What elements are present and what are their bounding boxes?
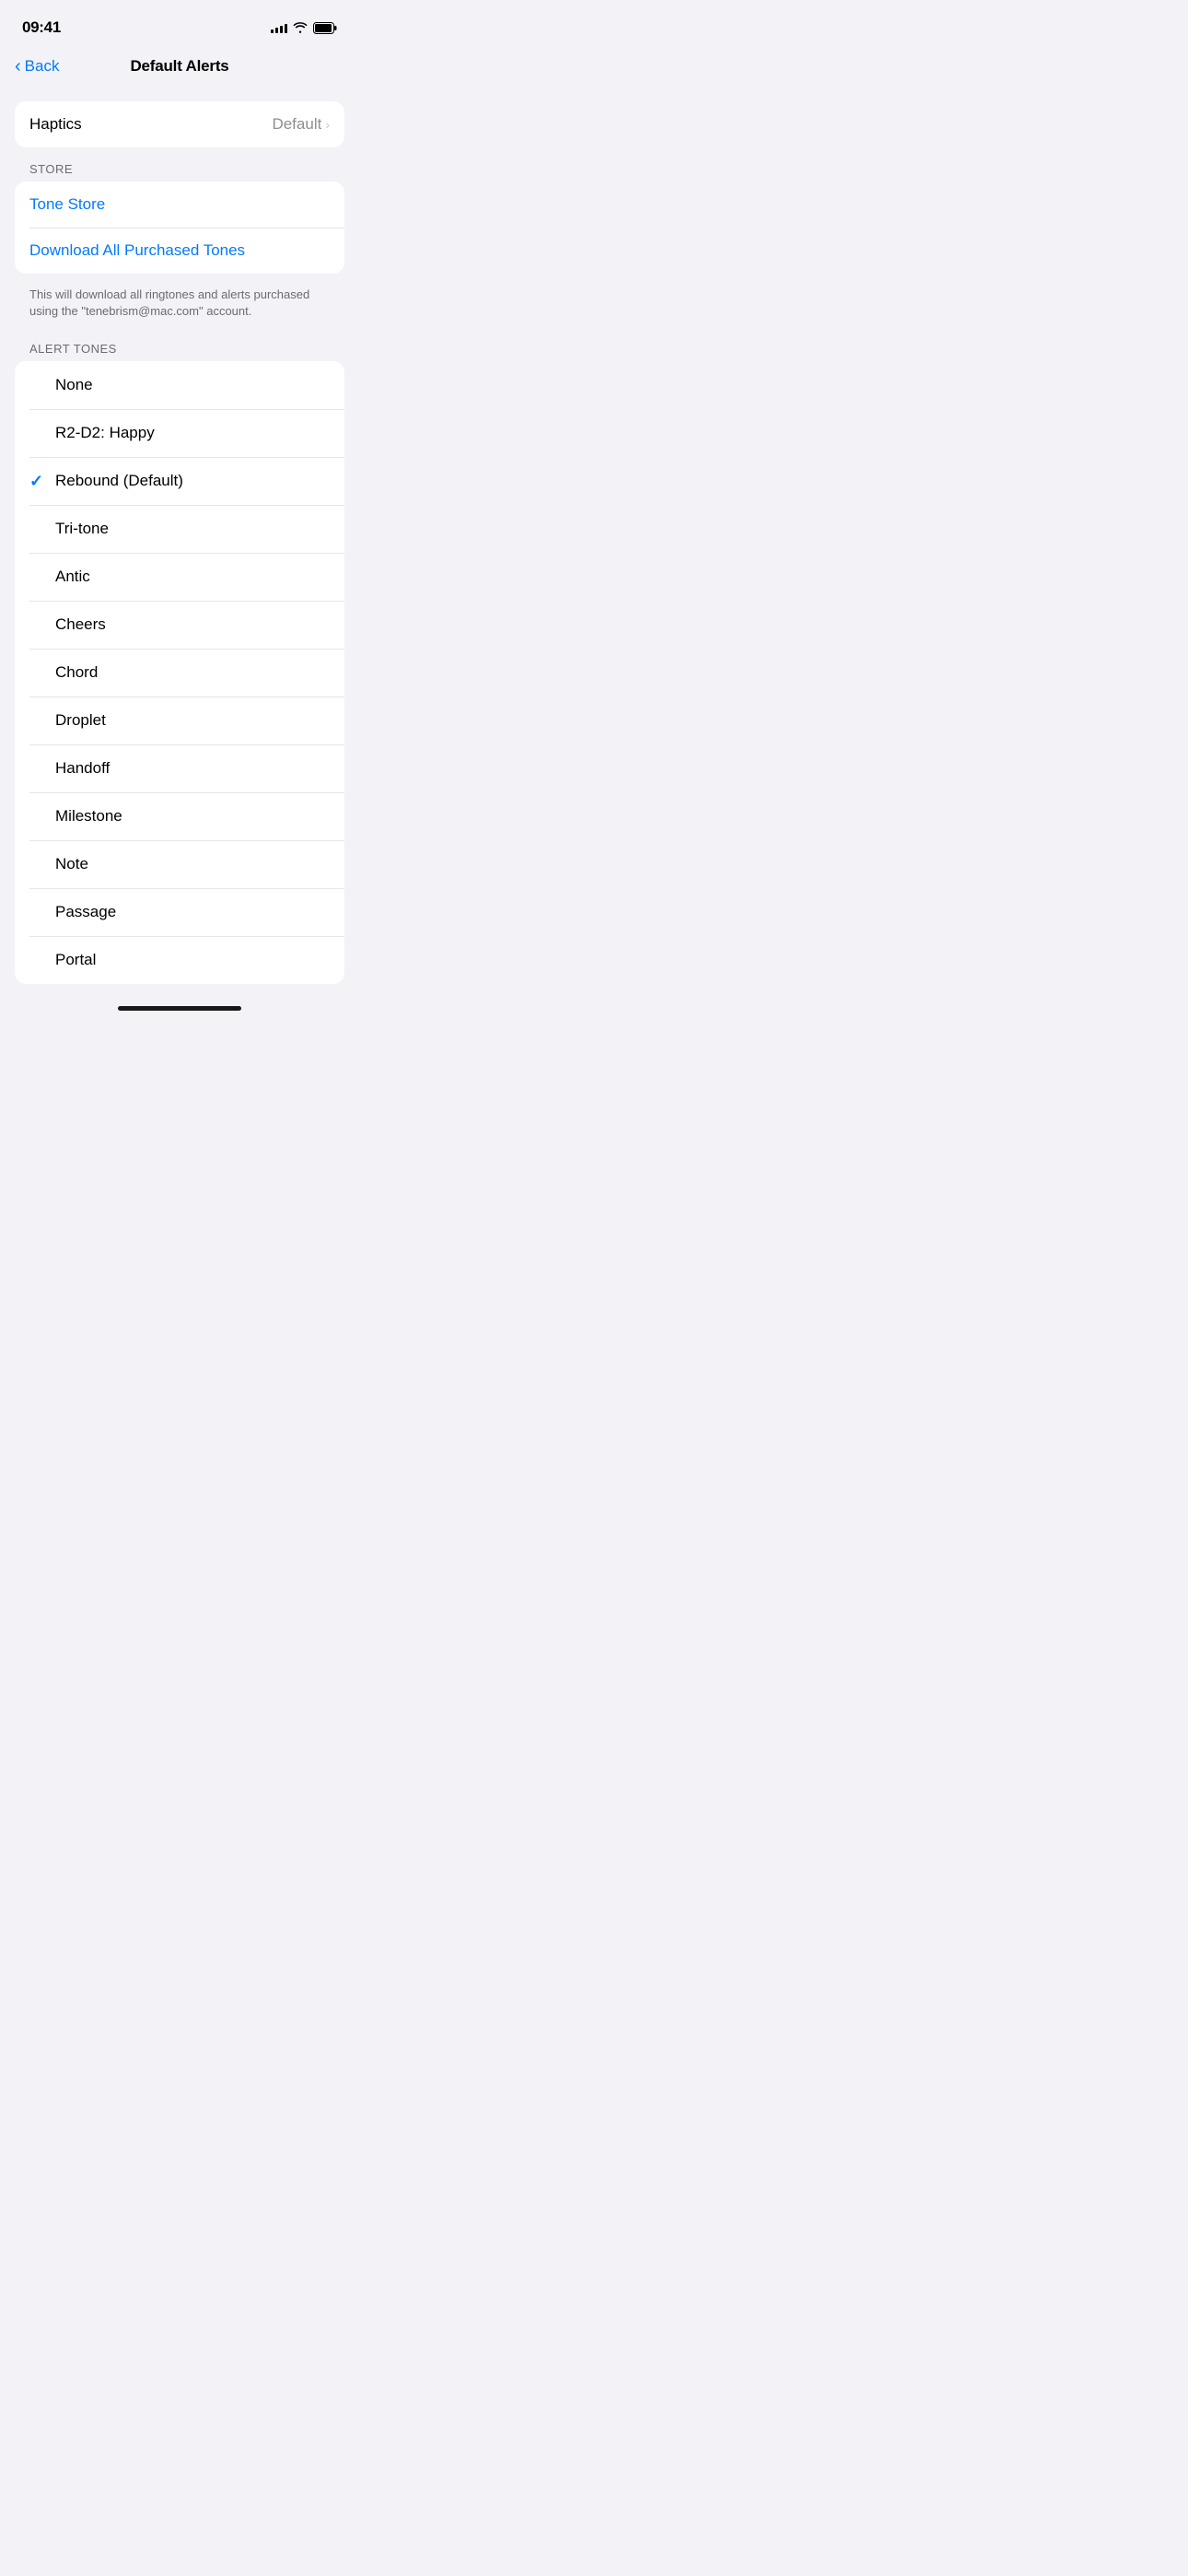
tone-row[interactable]: Antic — [15, 553, 344, 601]
back-label: Back — [25, 57, 60, 76]
tone-name: R2-D2: Happy — [55, 424, 155, 442]
tone-name: Droplet — [55, 711, 106, 730]
tone-name: Note — [55, 855, 88, 873]
store-section-header: STORE — [15, 155, 344, 181]
tone-check-icon: ✓ — [29, 472, 55, 491]
tone-name: Portal — [55, 951, 96, 969]
status-icons — [271, 22, 337, 34]
signal-icon — [271, 22, 287, 33]
nav-bar: ‹ Back Default Alerts — [0, 50, 359, 87]
tone-row[interactable]: None — [15, 361, 344, 409]
battery-icon — [313, 22, 337, 34]
page-title: Default Alerts — [130, 57, 228, 76]
download-tones-row[interactable]: Download All Purchased Tones — [15, 228, 344, 274]
tone-row[interactable]: Passage — [15, 888, 344, 936]
haptics-label: Haptics — [29, 115, 82, 134]
tone-row[interactable]: R2-D2: Happy — [15, 409, 344, 457]
tone-name: Passage — [55, 903, 116, 921]
store-section-footer: This will download all ringtones and ale… — [15, 281, 344, 334]
haptics-value-text: Default — [272, 115, 321, 134]
tone-name: Handoff — [55, 759, 110, 778]
alert-tones-section-header: ALERT TONES — [15, 334, 344, 361]
haptics-card: Haptics Default › — [15, 101, 344, 147]
status-time: 09:41 — [22, 18, 61, 37]
tone-row[interactable]: Tri-tone — [15, 505, 344, 553]
wifi-icon — [293, 22, 308, 33]
tone-row[interactable]: Milestone — [15, 792, 344, 840]
tone-row[interactable]: Droplet — [15, 697, 344, 744]
haptics-value: Default › — [272, 115, 330, 134]
tone-row[interactable]: Handoff — [15, 744, 344, 792]
store-card: Tone Store Download All Purchased Tones — [15, 181, 344, 274]
tone-store-label: Tone Store — [29, 195, 105, 214]
haptics-chevron-icon: › — [325, 117, 330, 132]
tone-row[interactable]: Cheers — [15, 601, 344, 649]
tone-name: None — [55, 376, 93, 394]
back-button[interactable]: ‹ Back — [15, 57, 59, 76]
content-area: Haptics Default › STORE Tone Store Downl… — [0, 87, 359, 984]
tone-name: Tri-tone — [55, 520, 109, 538]
tone-name: Antic — [55, 568, 90, 586]
tone-row[interactable]: ✓Rebound (Default) — [15, 457, 344, 505]
tone-store-row[interactable]: Tone Store — [15, 181, 344, 228]
tone-row[interactable]: Portal — [15, 936, 344, 984]
home-bar — [118, 1006, 241, 1011]
home-indicator — [0, 991, 359, 1018]
download-tones-label: Download All Purchased Tones — [29, 241, 245, 260]
tone-name: Chord — [55, 663, 98, 682]
tone-row[interactable]: Chord — [15, 649, 344, 697]
tone-name: Cheers — [55, 615, 106, 634]
haptics-row[interactable]: Haptics Default › — [15, 101, 344, 147]
alert-tones-card: None R2-D2: Happy ✓Rebound (Default) Tri-to… — [15, 361, 344, 984]
back-chevron-icon: ‹ — [15, 57, 21, 76]
tone-name: Rebound (Default) — [55, 472, 183, 490]
tone-row[interactable]: Note — [15, 840, 344, 888]
status-bar: 09:41 — [0, 0, 359, 50]
tone-name: Milestone — [55, 807, 122, 825]
